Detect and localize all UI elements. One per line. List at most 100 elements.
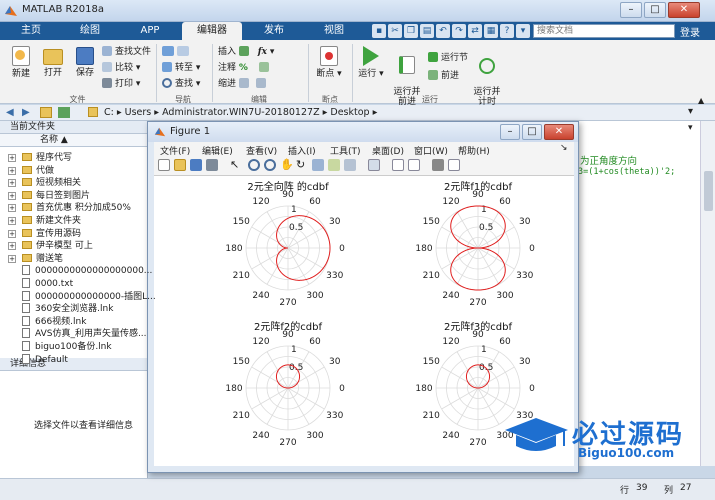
- folder-item[interactable]: 每日签到图片: [22, 190, 90, 202]
- folder-item[interactable]: 短视频相关: [22, 177, 81, 189]
- brush-icon[interactable]: [328, 159, 340, 171]
- path-part[interactable]: Desktop: [330, 107, 369, 118]
- goto-button[interactable]: 转至 ▾: [162, 62, 200, 74]
- qa-save-icon[interactable]: ▪: [372, 24, 386, 38]
- find-files-button[interactable]: 查找文件: [102, 46, 151, 58]
- save-button[interactable]: 保存: [70, 46, 100, 78]
- minimize-button[interactable]: –: [620, 2, 642, 18]
- qa-cut-icon[interactable]: ✂: [388, 24, 402, 38]
- data-cursor-icon[interactable]: [312, 159, 324, 171]
- qa-grid-icon[interactable]: ▦: [484, 24, 498, 38]
- indent-button[interactable]: 缩进: [218, 78, 266, 90]
- editor-options-icon[interactable]: ▾: [688, 123, 693, 133]
- open-file-icon[interactable]: [174, 159, 186, 171]
- file-item[interactable]: biguo100备份.lnk: [22, 341, 112, 353]
- expand-folder-icon[interactable]: +: [8, 229, 16, 238]
- nav-back-forward[interactable]: [162, 46, 189, 58]
- find-button[interactable]: 查找 ▾: [162, 78, 200, 90]
- zoom-in-icon[interactable]: [248, 159, 260, 171]
- print-figure-icon[interactable]: [206, 159, 218, 171]
- show-plot-tools-icon[interactable]: [432, 159, 444, 171]
- open-button[interactable]: 打开: [38, 46, 68, 78]
- scroll-thumb[interactable]: [704, 171, 713, 211]
- column-header-name[interactable]: 名称 ▲: [0, 134, 147, 147]
- file-item[interactable]: AVS仿真_利用声矢量传感...: [22, 328, 147, 340]
- folder-item[interactable]: 赠送笔: [22, 253, 63, 265]
- run-button[interactable]: 运行 ▾: [356, 46, 386, 79]
- path-part[interactable]: Users: [125, 107, 152, 118]
- qa-copy-icon[interactable]: ❐: [404, 24, 418, 38]
- qa-help-icon[interactable]: ?: [500, 24, 514, 38]
- figure-maximize-button[interactable]: □: [522, 124, 542, 140]
- tab-editor[interactable]: 编辑器: [182, 22, 242, 40]
- expand-folder-icon[interactable]: +: [8, 154, 16, 162]
- folder-item[interactable]: 程序代写: [22, 152, 72, 164]
- zoom-out-icon[interactable]: [264, 159, 276, 171]
- breakpoints-button[interactable]: 断点 ▾: [312, 46, 346, 79]
- expand-folder-icon[interactable]: +: [8, 217, 16, 225]
- rotate-3d-icon[interactable]: ↻: [296, 159, 308, 171]
- address-dropdown-icon[interactable]: ▾: [688, 106, 693, 117]
- tab-home[interactable]: 主页: [6, 22, 56, 40]
- folder-item[interactable]: 代做: [22, 165, 54, 177]
- up-folder-icon[interactable]: [40, 107, 52, 118]
- expand-folder-icon[interactable]: +: [8, 204, 16, 213]
- folder-item[interactable]: 首充优惠 积分加成50%: [22, 202, 131, 214]
- print-button[interactable]: 打印 ▾: [102, 78, 140, 90]
- expand-folder-icon[interactable]: +: [8, 166, 16, 175]
- link-plot-icon[interactable]: [344, 159, 356, 171]
- file-item[interactable]: 666视频.lnk: [22, 315, 86, 328]
- file-item[interactable]: 0000.txt: [22, 278, 73, 290]
- qa-undo-icon[interactable]: ↶: [436, 24, 450, 38]
- file-item[interactable]: 0000000000000000000...: [22, 265, 152, 277]
- address-back-icon[interactable]: ◀: [6, 107, 14, 118]
- compare-button[interactable]: 比较 ▾: [102, 62, 140, 74]
- hide-plot-tools-icon[interactable]: [408, 159, 420, 171]
- advance-button[interactable]: 前进: [428, 70, 459, 82]
- new-figure-icon[interactable]: [158, 159, 170, 171]
- expand-folder-icon[interactable]: +: [8, 254, 16, 263]
- qa-redo-icon[interactable]: ↷: [452, 24, 466, 38]
- tab-view[interactable]: 视图: [306, 22, 362, 40]
- figure-close-button[interactable]: ✕: [544, 124, 574, 140]
- dock-figure-icon[interactable]: [448, 159, 460, 171]
- expand-folder-icon[interactable]: +: [8, 191, 16, 200]
- current-path[interactable]: C: ▸ Users ▸ Administrator.WIN7U-2018012…: [104, 107, 377, 118]
- qa-switch-icon[interactable]: ⇄: [468, 24, 482, 38]
- maximize-button[interactable]: □: [644, 2, 666, 18]
- login-link[interactable]: 登录: [680, 24, 700, 39]
- edit-plot-arrow-icon[interactable]: ↖: [230, 159, 242, 171]
- path-part[interactable]: C:: [104, 107, 114, 118]
- file-item[interactable]: 360安全浏览器.lnk: [22, 303, 113, 315]
- folder-item[interactable]: 伊辛模型 可上: [22, 240, 93, 252]
- path-part[interactable]: Administrator.WIN7U-20180127Z: [162, 107, 320, 118]
- expand-folder-icon[interactable]: +: [8, 242, 16, 251]
- save-figure-icon[interactable]: [190, 159, 202, 171]
- editor-scrollbar[interactable]: [700, 121, 715, 466]
- figure-minimize-button[interactable]: –: [500, 124, 520, 140]
- comment-button[interactable]: 注释 %: [218, 62, 269, 74]
- file-item[interactable]: 000000000000000-插图L...: [22, 290, 156, 303]
- fx-icon[interactable]: fx: [258, 47, 267, 57]
- qa-paste-icon[interactable]: ▤: [420, 24, 434, 38]
- file-item[interactable]: Default: [22, 353, 68, 366]
- tab-publish[interactable]: 发布: [246, 22, 302, 40]
- insert-button[interactable]: 插入 fx ▾: [218, 46, 274, 58]
- insert-legend-icon[interactable]: [392, 159, 404, 171]
- close-button[interactable]: ✕: [668, 2, 700, 18]
- figure-title-bar[interactable]: Figure 1 – □ ✕: [148, 122, 578, 142]
- new-button[interactable]: 新建: [6, 46, 36, 79]
- pan-hand-icon[interactable]: ✋: [280, 159, 294, 171]
- folder-item[interactable]: 宣传用源码: [22, 228, 81, 240]
- run-section-button[interactable]: 运行节: [428, 52, 468, 64]
- qa-dropdown-icon[interactable]: ▾: [516, 24, 530, 38]
- insert-colorbar-icon[interactable]: [368, 159, 380, 171]
- folder-item[interactable]: 新建文件夹: [22, 215, 81, 227]
- search-docs-input[interactable]: 搜索文档: [533, 24, 675, 38]
- collapse-toolstrip-icon[interactable]: ▲: [698, 96, 704, 105]
- tab-apps[interactable]: APP: [122, 22, 178, 40]
- address-forward-icon[interactable]: ▶: [22, 107, 30, 118]
- tab-plots[interactable]: 绘图: [64, 22, 116, 40]
- menu-dock-icon[interactable]: ↘: [560, 143, 568, 153]
- expand-folder-icon[interactable]: +: [8, 179, 16, 188]
